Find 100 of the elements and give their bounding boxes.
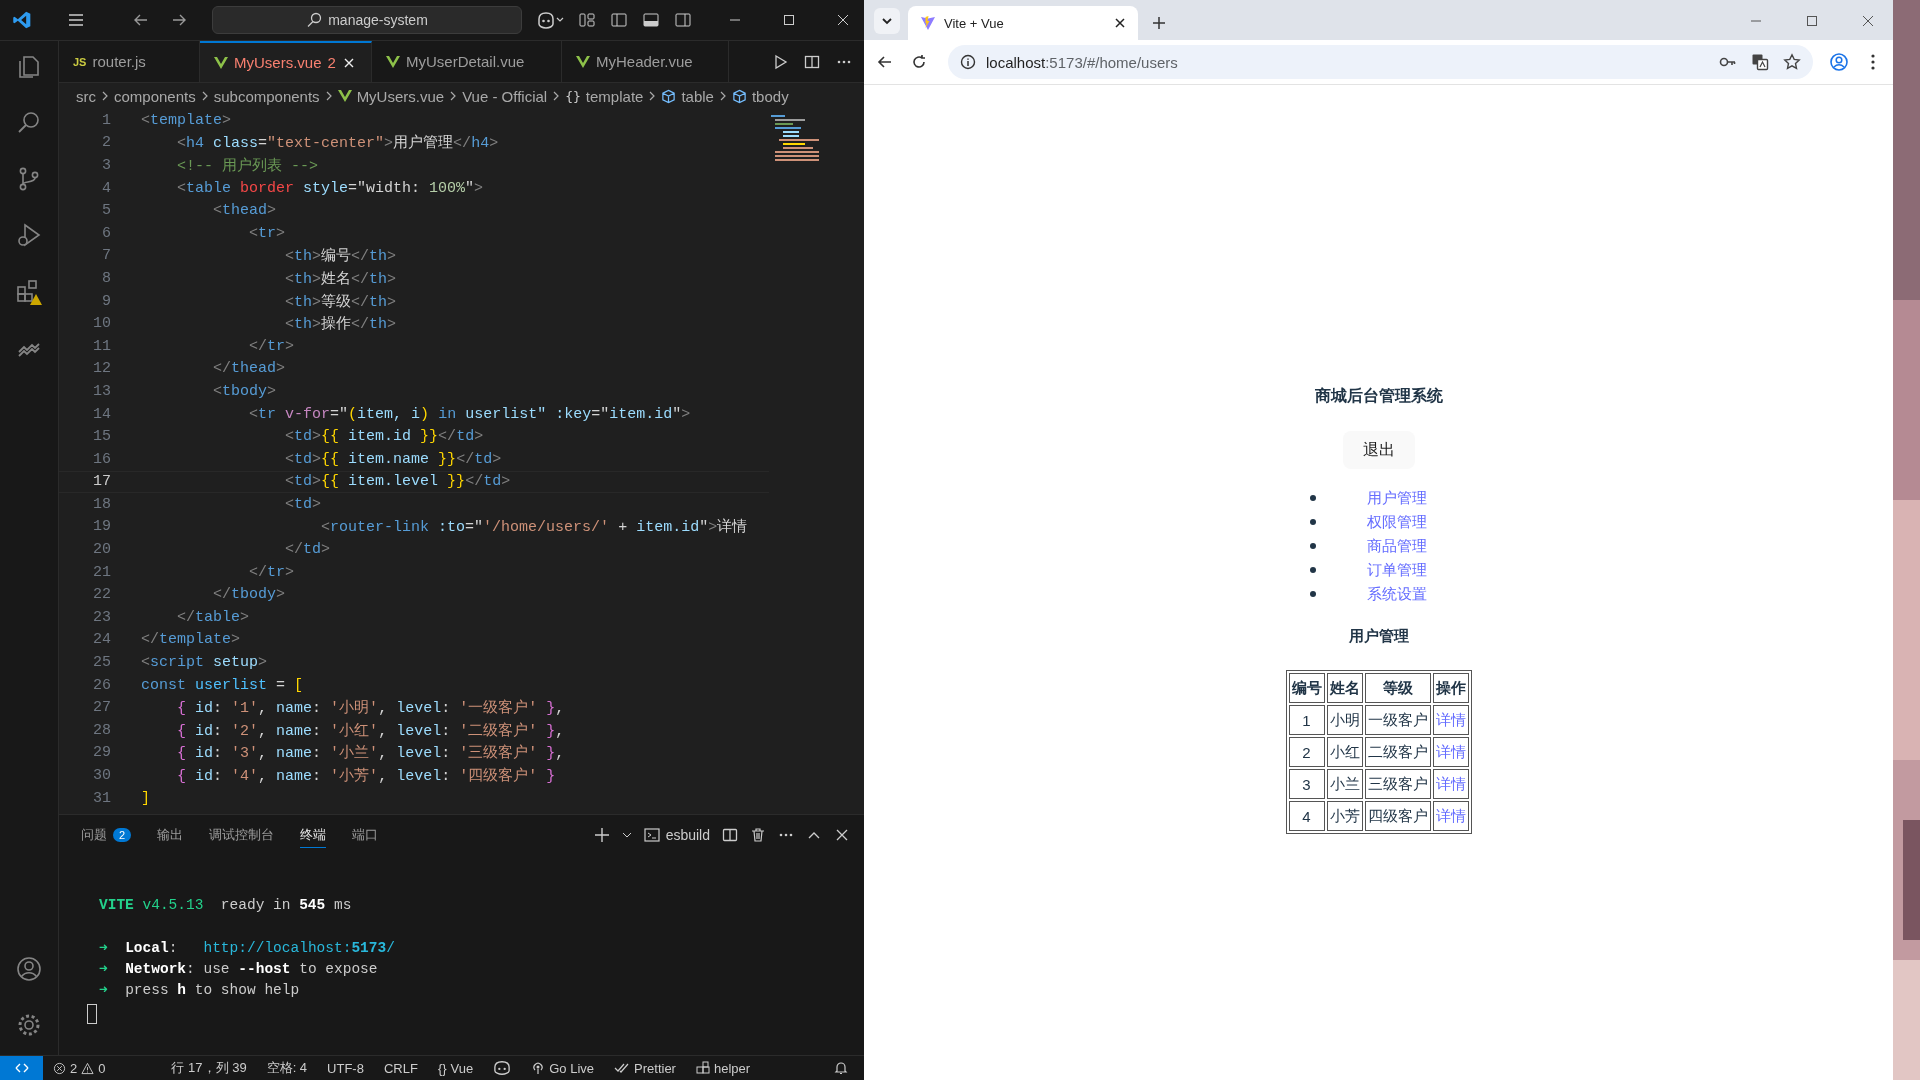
- bullet-icon: [1310, 495, 1316, 501]
- panel-tab[interactable]: 问题 2: [81, 822, 132, 848]
- nav-link[interactable]: 订单管理: [1367, 560, 1427, 580]
- line-number: 23: [92, 608, 112, 626]
- detail-link[interactable]: 详情: [1432, 705, 1469, 735]
- chevron-icon: [449, 90, 458, 102]
- line-number: 7: [101, 247, 112, 265]
- sidebar-toggle-icon[interactable]: [610, 11, 628, 29]
- detail-link[interactable]: 详情: [1432, 769, 1469, 799]
- status-item[interactable]: 空格: 4: [266, 1059, 308, 1077]
- status-item[interactable]: helper: [695, 1060, 751, 1076]
- layout-icon[interactable]: [578, 11, 596, 29]
- vue-icon: [386, 55, 400, 68]
- line-number: 13: [92, 382, 112, 400]
- new-tab-icon[interactable]: [1152, 16, 1166, 30]
- panel-tab[interactable]: 终端: [300, 822, 327, 848]
- table-cell: 一级客户: [1364, 705, 1431, 735]
- close-icon[interactable]: [1114, 17, 1126, 29]
- breadcrumb-item[interactable]: subcomponents: [213, 87, 320, 105]
- info-icon[interactable]: [960, 54, 976, 70]
- code-line: </table>: [176, 608, 250, 626]
- breadcrumb-item[interactable]: tbody: [751, 87, 789, 105]
- status-item[interactable]: 行 17，列 39: [171, 1059, 247, 1077]
- trash-icon[interactable]: [750, 827, 766, 843]
- breadcrumb-item[interactable]: src: [76, 87, 96, 105]
- vite-icon: [920, 15, 936, 31]
- status-item[interactable]: UTF-8: [327, 1060, 364, 1076]
- line-number: 6: [101, 224, 112, 242]
- copilot-icon[interactable]: [536, 10, 566, 30]
- translate-icon[interactable]: [1751, 53, 1769, 71]
- terminal-name[interactable]: esbuild: [665, 827, 710, 843]
- code-line: <tbody>: [212, 382, 277, 400]
- code-line: const userlist = [: [141, 676, 304, 694]
- breadcrumb-item[interactable]: template: [585, 87, 644, 105]
- code-line: </tr>: [248, 563, 295, 581]
- cube-icon: [731, 88, 747, 104]
- browser-tab[interactable]: Vite + Vue: [908, 6, 1138, 40]
- status-item[interactable]: [493, 1060, 512, 1076]
- code-line: <td>{{ item.id }}</td>: [284, 428, 484, 446]
- run-debug-icon[interactable]: [15, 221, 43, 249]
- line-number: 16: [92, 450, 112, 468]
- status-item[interactable]: Go Live: [531, 1060, 595, 1076]
- extensions-icon[interactable]: [14, 277, 44, 307]
- nav-link[interactable]: 权限管理: [1367, 512, 1427, 532]
- chevron-icon: [648, 90, 657, 102]
- maximize-icon[interactable]: [1805, 14, 1819, 28]
- account-icon[interactable]: [15, 955, 43, 983]
- line-number: 3: [101, 157, 112, 174]
- detail-link[interactable]: 详情: [1432, 737, 1469, 767]
- panel-tab[interactable]: 调试控制台: [209, 822, 275, 848]
- line-number: 22: [92, 586, 112, 604]
- line-number: 11: [92, 337, 112, 355]
- nav-link[interactable]: 系统设置: [1367, 584, 1427, 604]
- secondary-sidebar-icon[interactable]: [674, 11, 692, 29]
- close-icon[interactable]: [834, 827, 850, 843]
- breadcrumb-item[interactable]: Vue - Official: [462, 87, 548, 105]
- editor-tab[interactable]: MyHeader.vue: [562, 41, 729, 82]
- panel-toggle-icon[interactable]: [642, 11, 660, 29]
- command-search-field[interactable]: manage-system: [212, 6, 522, 34]
- breadcrumb-item[interactable]: table: [681, 87, 714, 105]
- panel-tab[interactable]: 输出: [157, 822, 184, 848]
- nav-link[interactable]: 商品管理: [1367, 536, 1427, 556]
- terminal-line: ➜ Network: use --host to expose: [99, 960, 379, 979]
- problems-status[interactable]: 2 0: [53, 1060, 106, 1076]
- column-header: 等级: [1364, 673, 1431, 703]
- bell-icon[interactable]: [834, 1061, 848, 1075]
- nav-link[interactable]: 用户管理: [1367, 488, 1427, 508]
- status-item[interactable]: {} Vue: [437, 1060, 474, 1076]
- status-item[interactable]: Prettier: [614, 1060, 676, 1076]
- reload-icon[interactable]: [910, 53, 928, 71]
- breadcrumb-item[interactable]: MyUsers.vue: [356, 87, 445, 105]
- line-number: 18: [92, 495, 112, 513]
- table-cell: 小红: [1326, 737, 1363, 767]
- chevron-down-icon[interactable]: [621, 830, 632, 840]
- terminal-line: VITE v4.5.13 ready in 545 ms: [99, 897, 353, 915]
- address-bar[interactable]: localhost:5173/#/home/users: [948, 45, 1813, 79]
- line-number: 10: [92, 315, 112, 333]
- detail-link[interactable]: 详情: [1432, 801, 1469, 831]
- status-item[interactable]: CRLF: [383, 1060, 418, 1076]
- split-terminal-icon[interactable]: [722, 827, 738, 843]
- panel-tab[interactable]: 端口: [352, 822, 379, 848]
- code-line: ]: [141, 789, 150, 807]
- search-icon: [306, 12, 323, 28]
- editor-tab[interactable]: MyUsers.vue 2: [200, 41, 372, 82]
- editor-tab[interactable]: MyUserDetail.vue: [372, 41, 562, 82]
- run-icon[interactable]: [772, 53, 788, 70]
- line-number: 28: [92, 721, 112, 739]
- table-cell: 二级客户: [1364, 737, 1431, 767]
- plus-icon[interactable]: [593, 827, 610, 843]
- column-header: 编号: [1288, 673, 1325, 703]
- split-editor-icon[interactable]: [804, 53, 820, 70]
- section-heading: 用户管理: [1348, 627, 1409, 646]
- breadcrumb-item[interactable]: components: [114, 87, 196, 105]
- star-icon[interactable]: [1783, 53, 1801, 71]
- maximize-icon[interactable]: [782, 13, 796, 27]
- line-number: 12: [92, 360, 112, 378]
- logout-button[interactable]: 退出: [1342, 431, 1415, 469]
- tab-list-button[interactable]: [874, 8, 900, 34]
- terminal-cursor: [87, 1004, 97, 1024]
- profile-icon[interactable]: [1829, 52, 1849, 72]
